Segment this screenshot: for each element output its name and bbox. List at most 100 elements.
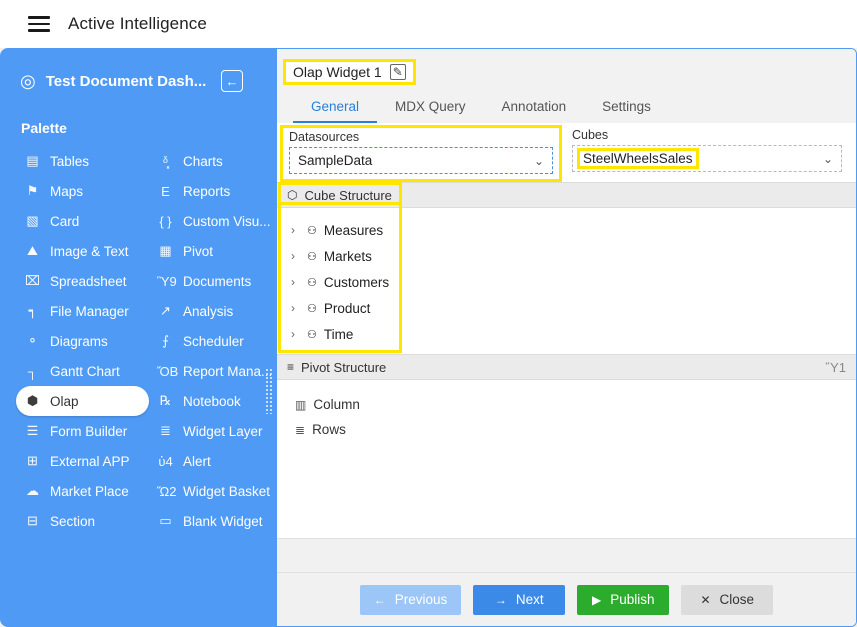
palette-item-maps[interactable]: ⚑ Maps [16, 176, 149, 206]
palette-item-label: Spreadsheet [50, 274, 127, 289]
chevron-right-icon[interactable]: › [291, 275, 300, 289]
palette-item-scheduler[interactable]: ⨍ Scheduler [149, 326, 280, 356]
palette-item-diagrams[interactable]: ⚬ Diagrams [16, 326, 149, 356]
wizard-header: Olap Widget 1 ✎ General MDX Query Annotati… [277, 49, 856, 123]
palette-item-analysis[interactable]: ↗ Analysis [149, 296, 280, 326]
datasources-block: Datasources SampleData ⌄ [280, 125, 562, 182]
palette-item-documents[interactable]: Ὓ9 Documents [149, 266, 280, 296]
diagrams-icon: ⚬ [24, 333, 41, 349]
hamburger-icon[interactable] [28, 16, 50, 32]
palette-item-blank-widget[interactable]: ▭ Blank Widget [149, 506, 280, 536]
cube-structure-section: ⬡ Cube Structure › ⚇ Measures › ⚇ Markets › ⚇ Cu… [277, 182, 856, 354]
palette-item-label: Diagrams [50, 334, 108, 349]
palette-item-label: Notebook [183, 394, 241, 409]
palette-item-external-app[interactable]: ⊞ External APP [16, 446, 149, 476]
palette-item-label: Market Place [50, 484, 129, 499]
palette-item-alert[interactable]: ὑ4 Alert [149, 446, 280, 476]
chevron-right-icon[interactable]: › [291, 223, 300, 237]
alert-bell-icon: ὑ4 [157, 454, 174, 469]
palette-item-label: Pivot [183, 244, 213, 259]
cube-tree-item-label: Product [324, 301, 371, 316]
palette-item-olap[interactable]: ⬢ Olap [16, 386, 149, 416]
tables-icon: ▤ [24, 153, 41, 169]
spreadsheet-icon: ⌧ [24, 273, 41, 289]
palette-item-label: Custom Visu... [183, 214, 271, 229]
cubes-select[interactable]: SteelWheelsSales ⌄ [572, 145, 842, 172]
market-place-icon: ☁ [24, 483, 41, 499]
cubes-value: SteelWheelsSales [577, 148, 699, 169]
chevron-down-icon: ⌄ [823, 152, 833, 166]
close-button[interactable]: ✕ Close [681, 585, 773, 615]
palette-item-label: Section [50, 514, 95, 529]
cube-structure-title: Cube Structure [304, 188, 391, 203]
widget-title-box[interactable]: Olap Widget 1 ✎ [283, 59, 416, 85]
palette-item-label: Widget Basket [183, 484, 270, 499]
palette-item-file-manager[interactable]: ┑ File Manager [16, 296, 149, 326]
palette-item-card[interactable]: ▧ Card [16, 206, 149, 236]
wizard-footer: ← Previous → Next ▶ Publish ✕ Close [277, 572, 856, 626]
hierarchy-icon: ⚇ [307, 302, 317, 315]
section-icon: ⊟ [24, 513, 41, 529]
palette-item-reports[interactable]: ὜E Reports [149, 176, 280, 206]
previous-icon: ← [374, 593, 386, 607]
cube-tree-item-markets[interactable]: › ⚇ Markets [291, 243, 856, 269]
palette-item-gantt-chart[interactable]: ┐ Gantt Chart [16, 356, 149, 386]
custom-visual-icon: { } [157, 214, 174, 229]
wizard-tabs: General MDX Query Annotation Settings [277, 93, 856, 123]
tab-mdx-query[interactable]: MDX Query [377, 93, 484, 123]
chevron-right-icon[interactable]: › [291, 301, 300, 315]
datasources-label: Datasources [289, 130, 553, 147]
column-axis-icon: ▥ [295, 398, 306, 412]
widget-layer-icon: ≣ [157, 423, 174, 439]
trash-icon[interactable]: Ὕ1 [826, 360, 846, 375]
widget-title-text: Olap Widget 1 [293, 64, 382, 80]
palette-item-label: Reports [183, 184, 230, 199]
chevron-right-icon[interactable]: › [291, 249, 300, 263]
palette-item-tables[interactable]: ▤ Tables [16, 146, 149, 176]
cubes-block: Cubes SteelWheelsSales ⌄ [562, 123, 856, 177]
edit-pencil-icon[interactable]: ✎ [390, 64, 406, 80]
palette-item-charts[interactable]: ᵟ͓ Charts [149, 146, 280, 176]
palette-item-form-builder[interactable]: ☰ Form Builder [16, 416, 149, 446]
widget-basket-icon: Ὥ2 [157, 484, 174, 499]
hierarchy-icon: ⚇ [307, 328, 317, 341]
cube-tree-item-customers[interactable]: › ⚇ Customers [291, 269, 856, 295]
palette-item-label: Analysis [183, 304, 233, 319]
palette-item-custom-visu[interactable]: { } Custom Visu... [149, 206, 280, 236]
collapse-sidebar-button[interactable]: ← [221, 70, 243, 92]
publish-button[interactable]: ▶ Publish [577, 585, 669, 615]
datasources-select[interactable]: SampleData ⌄ [289, 147, 553, 174]
pivot-item-column[interactable]: ▥ Column [295, 392, 856, 417]
palette-item-pivot[interactable]: ▦ Pivot [149, 236, 280, 266]
resize-grip[interactable] [265, 368, 274, 414]
previous-button[interactable]: ← Previous [360, 585, 462, 615]
tab-general[interactable]: General [293, 93, 377, 123]
palette-item-report-mana[interactable]: ὌB Report Mana... [149, 356, 280, 386]
cube-tree-item-time[interactable]: › ⚇ Time [291, 321, 856, 347]
palette-item-section[interactable]: ⊟ Section [16, 506, 149, 536]
cube-tree-item-product[interactable]: › ⚇ Product [291, 295, 856, 321]
cube-tree-item-measures[interactable]: › ⚇ Measures [291, 217, 856, 243]
palette-item-label: Scheduler [183, 334, 244, 349]
palette-item-notebook[interactable]: ℞ Notebook [149, 386, 280, 416]
palette-item-label: Gantt Chart [50, 364, 120, 379]
analysis-icon: ↗ [157, 303, 174, 319]
gantt-chart-icon: ┐ [24, 364, 41, 379]
palette-item-image-text[interactable]: ⛰ Image & Text [16, 236, 149, 266]
pivot-list-icon: ≡ [287, 360, 294, 374]
palette-item-widget-basket[interactable]: Ὥ2 Widget Basket [149, 476, 280, 506]
publish-icon: ▶ [592, 593, 601, 607]
palette-item-widget-layer[interactable]: ≣ Widget Layer [149, 416, 280, 446]
cube-structure-header: ⬡ Cube Structure [277, 182, 856, 208]
palette-item-spreadsheet[interactable]: ⌧ Spreadsheet [16, 266, 149, 296]
reports-icon: ὜E [157, 184, 174, 199]
tab-settings[interactable]: Settings [584, 93, 669, 123]
chevron-right-icon[interactable]: › [291, 327, 300, 341]
tab-annotation[interactable]: Annotation [484, 93, 585, 123]
pivot-item-label: Column [313, 397, 360, 412]
pivot-structure-section: ≡ Pivot Structure Ὕ1 ▥ Column ≣ Rows [277, 354, 856, 538]
palette-item-label: Olap [50, 394, 79, 409]
pivot-item-rows[interactable]: ≣ Rows [295, 417, 856, 442]
palette-item-market-place[interactable]: ☁ Market Place [16, 476, 149, 506]
next-button[interactable]: → Next [473, 585, 565, 615]
